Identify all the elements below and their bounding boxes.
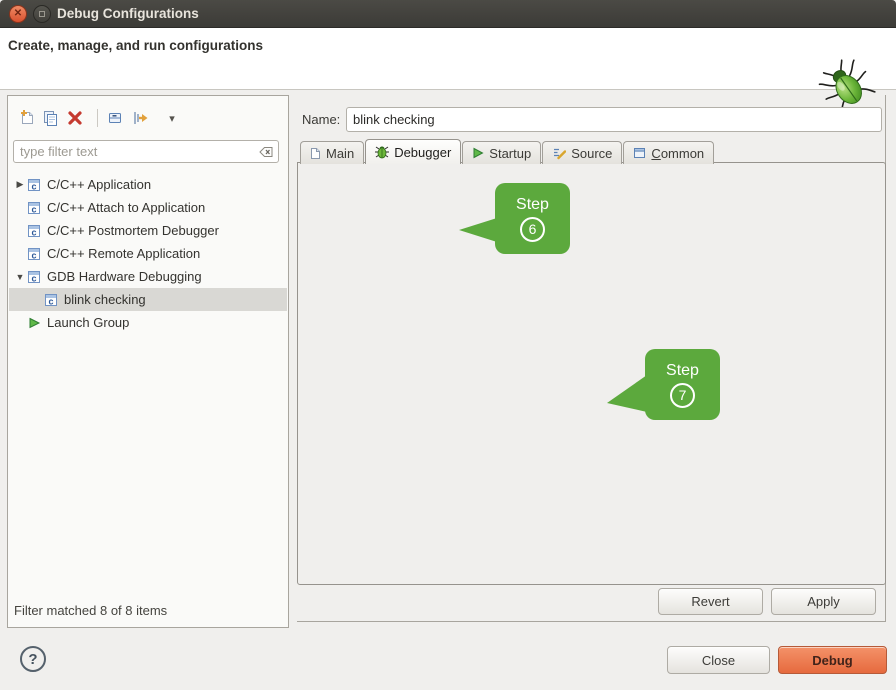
tab-label: Common xyxy=(651,146,704,161)
tree-item-blink-checking[interactable]: c blink checking xyxy=(9,288,287,311)
duplicate-configuration-button[interactable] xyxy=(41,109,59,127)
window-close-button[interactable]: ✕ xyxy=(9,5,27,23)
tree-item-label: C/C++ Application xyxy=(47,177,151,192)
filter-match-status: Filter matched 8 of 8 items xyxy=(14,603,167,618)
window-minimize-button[interactable] xyxy=(33,5,51,23)
svg-text:c: c xyxy=(48,296,53,306)
tree-item-label: Launch Group xyxy=(47,315,129,330)
tree-item-launch-group[interactable]: Launch Group xyxy=(9,311,287,334)
help-icon: ? xyxy=(28,651,37,668)
launch-group-icon xyxy=(26,316,41,330)
collapse-all-icon xyxy=(106,109,124,127)
configuration-tabs: Main Debugger Startup Source Common xyxy=(300,139,715,164)
minimize-icon xyxy=(39,11,45,17)
svg-text:c: c xyxy=(31,181,36,191)
apply-button-label: Apply xyxy=(807,594,840,609)
titlebar: ✕ Debug Configurations xyxy=(0,0,896,28)
name-field-value: blink checking xyxy=(353,112,435,127)
close-button-label: Close xyxy=(702,653,735,668)
filter-input[interactable] xyxy=(20,144,254,159)
help-button[interactable]: ? xyxy=(20,646,46,672)
header-banner: Create, manage, and run configurations xyxy=(0,28,896,90)
name-label: Name: xyxy=(302,112,340,127)
tree-item-label: blink checking xyxy=(64,292,146,307)
close-icon: ✕ xyxy=(14,9,22,19)
delete-configuration-button[interactable] xyxy=(66,109,84,127)
configurations-sidebar: ▾ ▶ c C/C++ Application c C/C++ Attach t… xyxy=(7,95,289,628)
step-number: 7 xyxy=(670,383,695,408)
tab-startup[interactable]: Startup xyxy=(462,141,541,164)
c-config-icon: c xyxy=(43,293,58,307)
tab-common-mnemonic: C xyxy=(651,146,660,161)
tab-label: Startup xyxy=(489,146,531,161)
tree-item-cpp-postmortem[interactable]: c C/C++ Postmortem Debugger xyxy=(9,219,287,242)
debugger-bug-icon xyxy=(375,145,389,159)
expander-expanded-icon[interactable]: ▼ xyxy=(14,272,26,282)
tab-label: Source xyxy=(571,146,612,161)
page-title: Create, manage, and run configurations xyxy=(8,38,263,53)
tree-item-cpp-application[interactable]: ▶ c C/C++ Application xyxy=(9,173,287,196)
tree-item-cpp-remote[interactable]: c C/C++ Remote Application xyxy=(9,242,287,265)
step-word: Step xyxy=(666,362,699,380)
tree-item-label: C/C++ Remote Application xyxy=(47,246,200,261)
expander-collapsed-icon[interactable]: ▶ xyxy=(14,179,26,190)
debug-button[interactable]: Debug xyxy=(778,646,887,674)
apply-button[interactable]: Apply xyxy=(771,588,876,615)
step-6-callout: Step 6 xyxy=(495,183,570,254)
tab-common[interactable]: Common xyxy=(623,141,714,164)
window-title: Debug Configurations xyxy=(57,6,199,21)
caret-down-icon: ▾ xyxy=(169,112,175,125)
tree-item-gdb-hardware-debugging[interactable]: ▼ c GDB Hardware Debugging xyxy=(9,265,287,288)
svg-text:c: c xyxy=(31,204,36,214)
toolbar-menu-button[interactable]: ▾ xyxy=(163,109,181,127)
close-button[interactable]: Close xyxy=(667,646,770,674)
c-config-icon: c xyxy=(26,201,41,215)
c-config-icon: c xyxy=(26,178,41,192)
svg-text:c: c xyxy=(31,250,36,260)
copy-icon xyxy=(41,109,59,127)
revert-button-label: Revert xyxy=(691,594,729,609)
step-7-callout: Step 7 xyxy=(645,349,720,420)
tab-common-rest: ommon xyxy=(661,146,704,161)
collapse-all-button[interactable] xyxy=(106,109,124,127)
main-tab-document-icon xyxy=(310,147,321,160)
filter-launch-configurations-button[interactable] xyxy=(131,109,149,127)
step-word: Step xyxy=(516,196,549,214)
tree-item-label: C/C++ Attach to Application xyxy=(47,200,205,215)
filter-input-wrapper xyxy=(13,140,279,163)
tab-label: Main xyxy=(326,146,354,161)
delete-icon xyxy=(66,109,84,127)
startup-run-icon xyxy=(472,147,484,159)
tab-debugger[interactable]: Debugger xyxy=(365,139,461,164)
tree-item-label: C/C++ Postmortem Debugger xyxy=(47,223,219,238)
new-configuration-button[interactable] xyxy=(18,109,36,127)
tree-item-label: GDB Hardware Debugging xyxy=(47,269,202,284)
c-config-icon: c xyxy=(26,270,41,284)
debug-button-label: Debug xyxy=(812,653,852,668)
svg-text:c: c xyxy=(31,227,36,237)
revert-button[interactable]: Revert xyxy=(658,588,763,615)
c-config-icon: c xyxy=(26,224,41,238)
new-document-icon xyxy=(18,109,36,127)
source-lookup-icon xyxy=(552,147,566,160)
callout-arrow-left-icon xyxy=(459,218,497,242)
tab-main[interactable]: Main xyxy=(300,141,364,164)
name-field[interactable]: blink checking xyxy=(346,107,882,132)
common-window-icon xyxy=(633,147,646,159)
tab-source[interactable]: Source xyxy=(542,141,622,164)
callout-arrow-left-icon xyxy=(607,375,647,412)
debugger-tab-panel xyxy=(297,162,886,585)
tree-item-cpp-attach[interactable]: c C/C++ Attach to Application xyxy=(9,196,287,219)
svg-text:c: c xyxy=(31,273,36,283)
filter-icon xyxy=(131,109,149,127)
c-config-icon: c xyxy=(26,247,41,261)
tab-label: Debugger xyxy=(394,145,451,160)
step-number: 6 xyxy=(520,217,545,242)
toolbar-separator xyxy=(97,109,98,127)
clear-filter-icon[interactable] xyxy=(254,145,274,159)
